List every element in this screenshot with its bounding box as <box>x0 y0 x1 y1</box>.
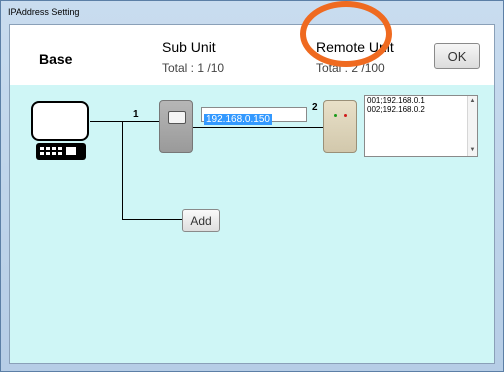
sub-unit-screen-icon <box>168 111 186 124</box>
branch-vertical-line <box>122 121 123 220</box>
remote-unit-list[interactable]: 001;192.168.0.1 002;192.168.0.2 ▲ ▼ <box>364 95 478 157</box>
window-title: IPAddress Setting <box>8 7 80 17</box>
scroll-down-icon[interactable]: ▼ <box>469 147 476 154</box>
ipaddress-setting-window: IPAddress Setting Base Sub Unit Total : … <box>0 0 504 372</box>
highlight-circle-annotation <box>300 1 392 67</box>
remote-list-scrollbar[interactable]: ▲ ▼ <box>467 96 477 156</box>
status-led-green-icon <box>334 114 337 117</box>
title-bar[interactable]: IPAddress Setting <box>1 1 503 23</box>
base-to-sub-line <box>90 121 159 122</box>
sub-unit-header: Sub Unit <box>162 39 216 55</box>
sub-unit-device[interactable] <box>159 100 193 153</box>
branch-to-add-line <box>122 219 182 220</box>
add-sub-unit-button[interactable]: Add <box>182 209 220 232</box>
ok-button[interactable]: OK <box>434 43 480 69</box>
list-item[interactable]: 001;192.168.0.1 <box>365 96 477 105</box>
sub-unit-ip-value: 192.168.0.150 <box>204 114 272 125</box>
status-led-red-icon <box>344 114 347 117</box>
sub-to-remote-line <box>193 127 323 128</box>
connection-number-2: 2 <box>312 102 318 113</box>
scroll-up-icon[interactable]: ▲ <box>469 98 476 105</box>
remote-unit-device[interactable] <box>323 100 357 153</box>
base-header: Base <box>39 51 73 67</box>
connection-number-1: 1 <box>133 109 139 120</box>
sub-unit-total: Total : 1 /10 <box>162 61 225 75</box>
list-item[interactable]: 002;192.168.0.2 <box>365 105 477 114</box>
sub-unit-ip-field[interactable]: 192.168.0.150 <box>201 107 307 125</box>
base-device-icon <box>31 101 91 166</box>
dialog-client-area: Base Sub Unit Total : 1 /10 Remote Unit … <box>9 24 495 364</box>
